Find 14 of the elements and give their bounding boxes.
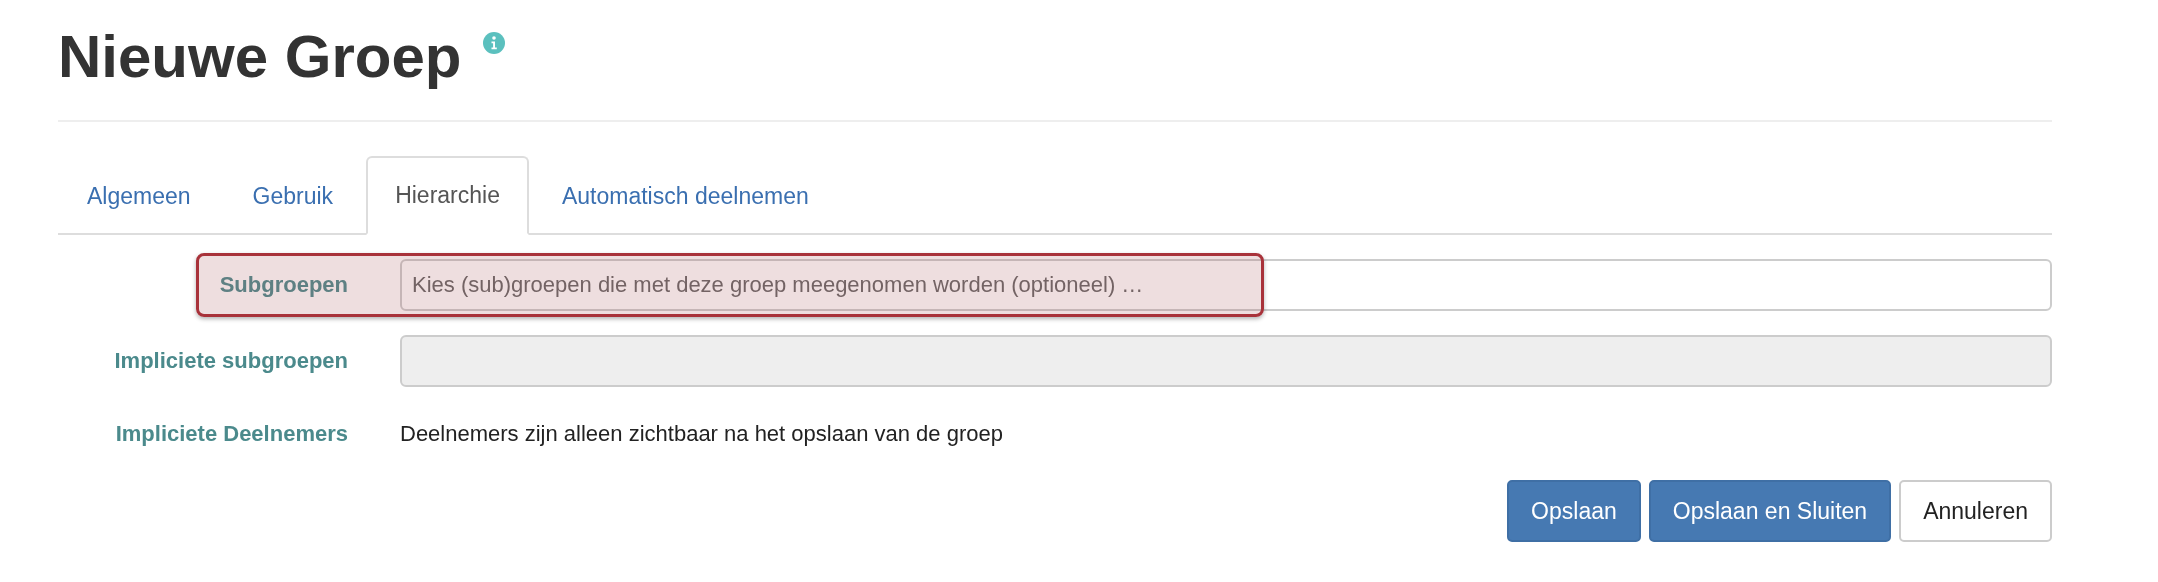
field-label: Impliciete subgroepen [113, 347, 349, 375]
input-field[interactable]: Kies (sub)groepen die met deze groep meegenomen worden (optioneel) … [400, 258, 2052, 311]
info-text: Deelnemers zijn alleen zichtbaar na het opslaan van de groep [400, 419, 1003, 448]
page-title: Nieuwe Groep [58, 24, 462, 90]
tab[interactable]: Algemeen [58, 156, 220, 235]
save-button[interactable]: Opslaan en Sluiten [1648, 479, 1892, 542]
tab[interactable]: Gebruik [223, 156, 363, 235]
save-button[interactable]: Opslaan [1507, 479, 1641, 542]
tab[interactable]: Hierarchie [366, 156, 529, 235]
cancel-button[interactable]: Annuleren [1899, 479, 2052, 542]
field-label: Subgroepen [218, 271, 349, 299]
tab[interactable]: Automatisch deelnemen [532, 156, 838, 235]
info-icon[interactable] [483, 32, 506, 54]
field-label: Impliciete Deelnemers [114, 419, 349, 448]
